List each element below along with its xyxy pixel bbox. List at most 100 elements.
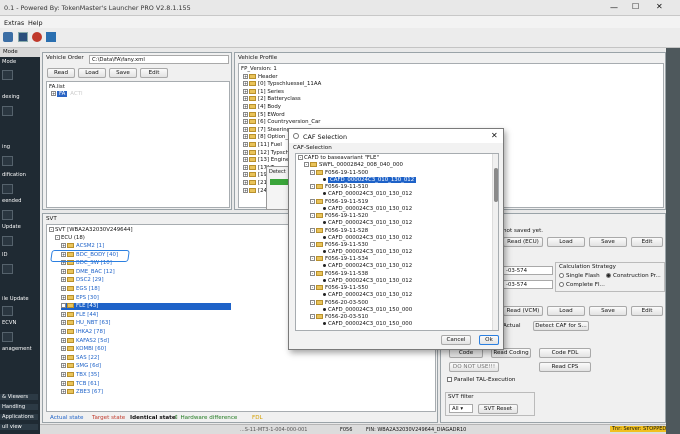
caf-file-row[interactable]: CAFD_000024C3_010_130_012	[322, 206, 412, 213]
save-order-button[interactable]: Save	[109, 68, 137, 78]
edit-vcm-button[interactable]: Edit	[631, 306, 663, 316]
sidebar-item-update[interactable]: Update	[0, 224, 38, 230]
maximize-icon[interactable]: ☐	[632, 2, 639, 11]
caf-scrollbar-thumb[interactable]	[494, 168, 498, 202]
profile-item[interactable]: + [8] Option_...	[243, 134, 293, 141]
caf-folder-row[interactable]: - F056-19-11-538	[310, 270, 368, 278]
sidebar-item-management[interactable]: anagement	[0, 346, 38, 352]
tree-fa-node[interactable]: + FA ACTI	[51, 91, 83, 98]
profile-item[interactable]: + [4] Body	[243, 104, 281, 111]
caf-folder-row[interactable]: - F056-19-11-520	[310, 213, 368, 220]
tree-fa-list[interactable]: FA.list	[49, 84, 65, 91]
caf-file-row[interactable]: CAFD_000024C3_010_130_012	[322, 220, 412, 227]
svt-ecu-row[interactable]: + KAFAS2 [5d]	[61, 337, 109, 345]
load-vcm-button[interactable]: Load	[547, 306, 585, 316]
caf-file-row[interactable]: CAFD_000024C3_010_150_000	[322, 321, 412, 328]
caf-file-row[interactable]: CAFD_000024C3_010_130_012	[322, 249, 412, 256]
profile-item[interactable]: FP_Version: 1	[241, 66, 277, 73]
profile-item[interactable]: + [7] Steering	[243, 126, 290, 134]
svt-ecu-row[interactable]: + DME_BAC [12]	[61, 268, 115, 276]
caf-folder-row[interactable]: - F056-20-03-510	[310, 314, 368, 321]
caf-file-row[interactable]: CAFD_000024C3_010_130_012	[322, 235, 412, 242]
caf-scrollbar[interactable]	[492, 154, 498, 330]
caf-file-row[interactable]: CAFD_000024C3_010_130_012	[322, 263, 412, 270]
read-vcm-button[interactable]: Read (VCM)	[503, 306, 543, 316]
detect-caf-button[interactable]: Detect CAF for S...	[533, 321, 589, 331]
profile-item[interactable]: + [13] Engine	[243, 157, 289, 164]
svt-ecu-row[interactable]: + DSC2 [29]	[61, 277, 104, 284]
svt-ecu-row[interactable]: + EGS [18]	[61, 286, 100, 293]
svt-ecu-row[interactable]: + EPS [30]	[61, 294, 99, 302]
caf-dialog-close-icon[interactable]: ✕	[491, 131, 498, 140]
read-order-button[interactable]: Read	[47, 68, 75, 78]
svt-ecu-row[interactable]: + ZBE3 [67]	[61, 389, 103, 396]
caf-file-row[interactable]: CAFD_000024C3_010_130_012	[322, 278, 412, 285]
radio-single-flash[interactable]: Single Flash	[559, 273, 600, 279]
save-icon[interactable]	[18, 32, 28, 42]
profile-item[interactable]: + [5] EWord	[243, 111, 285, 119]
caf-file-row[interactable]: CAFD_000024C3_010_150_000	[322, 307, 412, 314]
svt-ecu-row[interactable]: + SMG [6d]	[61, 363, 101, 370]
caf-folder-row[interactable]: - F056-20-03-500	[310, 299, 368, 307]
edit-ecu-button[interactable]: Edit	[631, 237, 663, 247]
close-icon[interactable]: ✕	[656, 2, 663, 11]
caf-folder-row[interactable]: - F056-19-11-530	[310, 242, 368, 249]
caf-folder-row[interactable]: - F056-19-11-550	[310, 285, 368, 292]
read-ecu-button[interactable]: Read (ECU)	[503, 237, 543, 247]
svt-ecu-row[interactable]: + TCB [61]	[61, 380, 99, 388]
radio-construction[interactable]: Construction Pr...	[606, 273, 661, 279]
radio-complete-flash[interactable]: Complete Fl...	[559, 282, 605, 288]
menu-extras[interactable]: Extras	[4, 19, 24, 27]
svt-filter-select[interactable]: All ▾	[449, 404, 473, 413]
svt-ecu-row[interactable]: + TBX [35]	[61, 372, 99, 379]
svt-root[interactable]: - SVT [WBA2A32030V249644]	[49, 227, 133, 234]
code-fdl-button[interactable]: Code FDL	[539, 348, 591, 358]
settings-icon[interactable]	[32, 32, 42, 42]
caf-folder-row[interactable]: - F056-19-11-500	[310, 170, 368, 177]
save-vcm-button[interactable]: Save	[589, 306, 627, 316]
svt-ecu-row[interactable]: + HU_NBT [63]	[61, 320, 111, 327]
svt-ecu-row[interactable]: + FLE [44]	[61, 311, 98, 319]
profile-item[interactable]: + [12] Typsch...	[243, 149, 294, 157]
caf-folder-row[interactable]: - F056-19-11-510	[310, 184, 368, 191]
caf-file-row[interactable]: CAFD_000024C3_010_130_012	[322, 177, 417, 184]
caf-file-row[interactable]: CAFD_000024C3_010_130_012	[322, 292, 412, 299]
caf-swfl-row[interactable]: - SWFL_00002842_008_040_000	[304, 162, 403, 169]
combo-i-step-1[interactable]: -03-574	[503, 266, 553, 275]
caf-file-row[interactable]: CAFD_000024C3_010_130_012	[322, 191, 412, 198]
info-icon[interactable]	[46, 32, 56, 42]
svt-ecu-row[interactable]: + ACSM2 [1]	[61, 243, 104, 250]
svt-reset-button[interactable]: SVT Reset	[478, 404, 518, 414]
sidebar-item-full-view[interactable]: ull view	[0, 424, 38, 430]
edit-order-button[interactable]: Edit	[140, 68, 168, 78]
caf-folder-row[interactable]: - F056-19-11-534	[310, 256, 368, 263]
profile-item[interactable]: + Header	[243, 73, 278, 81]
load-ecu-button[interactable]: Load	[547, 237, 585, 247]
sidebar-item-extended[interactable]: eended	[0, 198, 38, 204]
sidebar-item-flashing[interactable]: ing	[0, 144, 38, 150]
sidebar-item-coding[interactable]: dexing	[0, 94, 38, 100]
profile-item[interactable]: + [2] Batteryclass	[243, 96, 301, 103]
menu-help[interactable]: Help	[28, 19, 43, 27]
profile-item[interactable]: + [6] Countryversion_Car	[243, 119, 321, 126]
parallel-tal-checkbox[interactable]: Parallel TAL-Execution	[447, 377, 515, 383]
svt-ecu-row[interactable]: + IHKA2 [78]	[61, 329, 105, 336]
profile-item[interactable]: + [11] Fuel	[243, 142, 282, 149]
sidebar-item-id[interactable]: ID	[0, 252, 38, 258]
vehicle-order-path[interactable]: C:\Data\FA\fany.xml	[89, 55, 229, 64]
minimize-icon[interactable]: —	[610, 3, 618, 12]
sidebar-item-handling[interactable]: Handling	[0, 404, 38, 410]
sidebar-item-ecvn[interactable]: ECVN	[0, 320, 38, 326]
sidebar-item-file-update[interactable]: ile Update	[0, 296, 38, 302]
sidebar-item-modification[interactable]: dification	[0, 172, 38, 178]
svt-ecu-row[interactable]: + SAS [22]	[61, 354, 99, 362]
caf-folder-row[interactable]: - F056-19-11-528	[310, 227, 368, 235]
do-not-use-button[interactable]: DO NOT USE!!!	[449, 362, 499, 372]
sidebar-item-mode[interactable]: Mode	[0, 59, 38, 65]
read-cps-button[interactable]: Read CPS	[539, 362, 591, 372]
svt-ecu-group[interactable]: - ECU (18)	[55, 235, 85, 242]
back-icon[interactable]	[3, 32, 13, 42]
profile-item[interactable]: + [0] Typschluessel_11AA	[243, 81, 321, 88]
sidebar-item-viewers[interactable]: & Viewers	[0, 394, 38, 400]
load-order-button[interactable]: Load	[78, 68, 106, 78]
